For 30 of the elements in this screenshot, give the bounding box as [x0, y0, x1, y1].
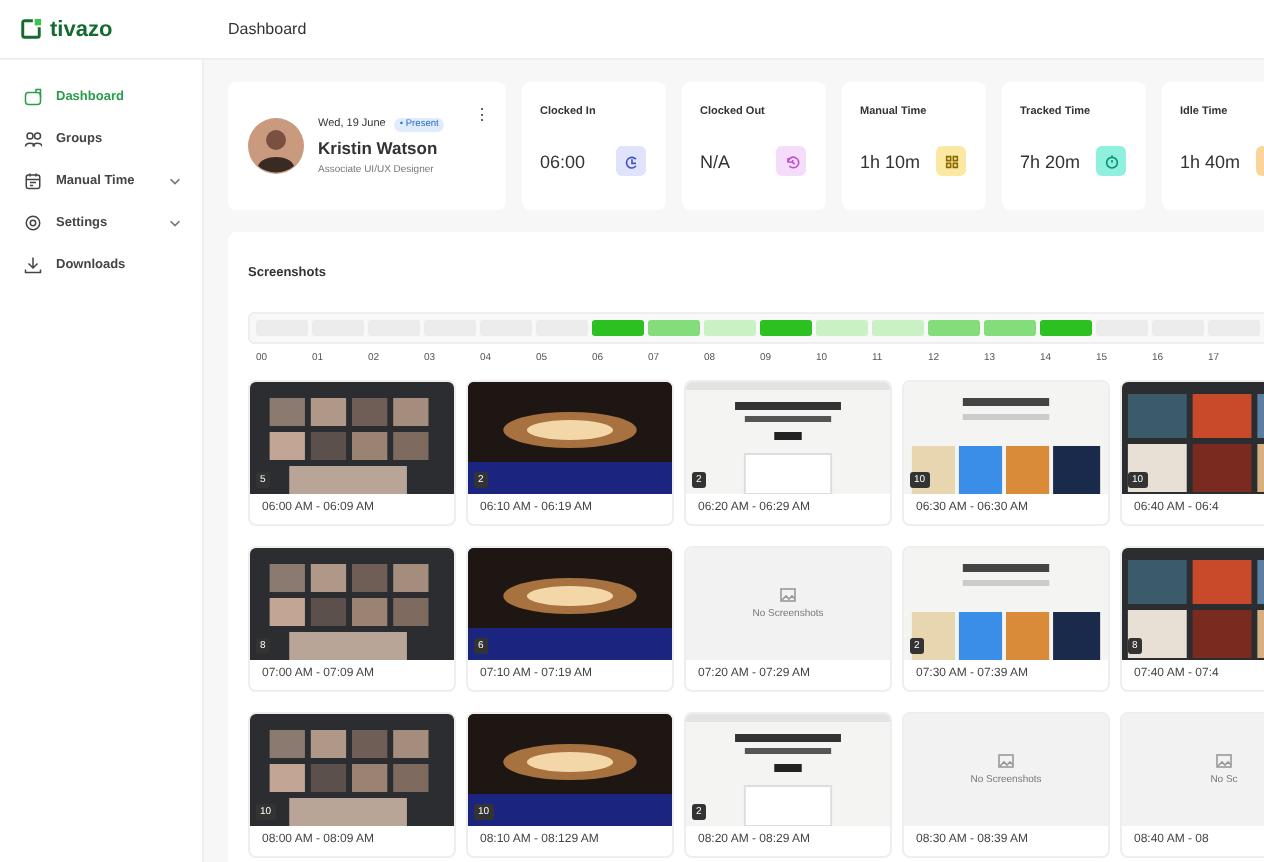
download-icon — [24, 256, 42, 274]
brand-name: tivazo — [50, 17, 113, 41]
chevron-icon[interactable] — [168, 174, 182, 188]
employee-name: Kristin Watson — [318, 137, 440, 157]
chevron-icon[interactable] — [168, 216, 182, 230]
hour-segment[interactable] — [984, 320, 1036, 336]
hour-segment[interactable] — [928, 320, 980, 336]
image-icon — [780, 588, 796, 602]
image-icon — [1216, 754, 1232, 768]
dashboard-icon — [24, 88, 42, 106]
stat-value: 7h 20m — [1020, 151, 1081, 171]
calendar-icon — [24, 172, 42, 190]
stat-value: N/A — [700, 151, 731, 171]
hour-segment[interactable] — [648, 320, 700, 336]
hour-segment[interactable] — [760, 320, 812, 336]
settings-icon — [24, 214, 42, 232]
people-icon — [24, 130, 42, 148]
stat-value: 06:00 — [540, 151, 586, 171]
hour-segment[interactable] — [816, 320, 868, 336]
avatar-icon — [248, 118, 304, 174]
page-title: Dashboard — [228, 20, 307, 38]
hour-segment[interactable] — [872, 320, 924, 336]
hour-segment[interactable] — [592, 320, 644, 336]
image-icon — [998, 754, 1014, 768]
stat-value: 1h 10m — [860, 151, 921, 171]
hour-segment[interactable] — [1040, 320, 1092, 336]
hour-segment[interactable] — [704, 320, 756, 336]
logo-icon — [20, 18, 42, 40]
stat-value: 1h 40m — [1180, 151, 1241, 171]
more-menu-button[interactable]: ⋮ — [474, 106, 490, 124]
